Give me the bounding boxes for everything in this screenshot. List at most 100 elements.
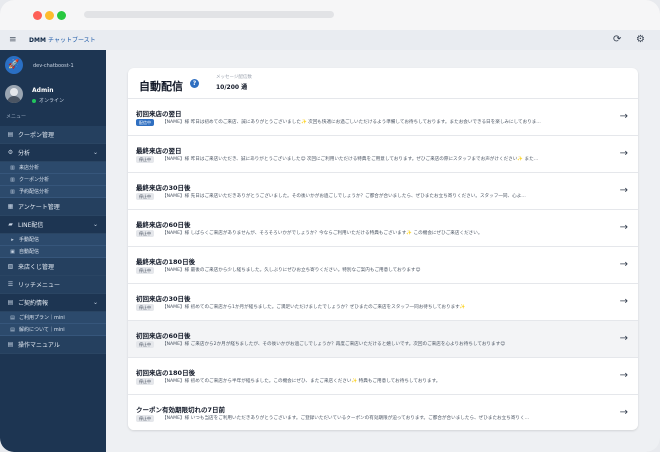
list-item[interactable]: 最終来店の30日後 停止中 【NAME】様 先日はご来店いただきありがとうございまし… bbox=[128, 172, 638, 209]
arrow-right-icon[interactable]: → bbox=[620, 222, 628, 233]
message-count-value: 10/200 通 bbox=[216, 84, 248, 91]
main-content: 自動配信 ? メッセージ配信数 10/200 通 初回来店の翌日 配信中 【NAME… bbox=[106, 50, 660, 452]
page-title: 自動配信 bbox=[139, 80, 183, 93]
row-title: クーポン有効期限切れの7日前 bbox=[136, 406, 226, 414]
sidebar-item-analytics[interactable]: ⚙ 分析 ⌄ bbox=[0, 144, 106, 162]
arrow-right-icon[interactable]: → bbox=[620, 370, 628, 381]
arrow-right-icon[interactable]: → bbox=[620, 296, 628, 307]
chat-icon: ▰ bbox=[8, 221, 13, 228]
address-bar[interactable] bbox=[84, 11, 334, 18]
sidebar-item-visit-lottery[interactable]: ▧ 来店くじ管理 bbox=[0, 258, 106, 276]
sidebar-subitem-about-contract[interactable]: ▤ 解約について｜mini bbox=[0, 324, 106, 336]
close-window-dot[interactable] bbox=[33, 11, 42, 20]
sidebar-item-contract-info[interactable]: ▤ ご契約情報 ⌄ bbox=[0, 294, 106, 312]
logo-main: DMM bbox=[29, 37, 46, 44]
list-item[interactable]: 初回来店の60日後 停止中 【NAME】様 ご来店から2か月が経ちましたが、その後い… bbox=[128, 320, 638, 357]
arrow-right-icon[interactable]: → bbox=[620, 185, 628, 196]
delivery-list: 初回来店の翌日 配信中 【NAME】様 昨日は初めてのご来店、誠にありがとうございま… bbox=[128, 98, 638, 430]
menu-heading: メニュー bbox=[6, 114, 27, 120]
row-title: 最終来店の30日後 bbox=[136, 184, 191, 192]
send-icon: ▸ bbox=[11, 236, 14, 243]
list-item[interactable]: 最終来店の翌日 停止中 【NAME】様 昨日はご来店いただき、誠にありがとうございま… bbox=[128, 135, 638, 172]
app-header: ≡ DMM チャットブースト ⟳ ⚙ bbox=[0, 30, 660, 51]
document-icon: ▤ bbox=[7, 299, 14, 306]
sidebar-item-label: 自動配信 bbox=[19, 249, 40, 255]
sidebar-item-label: ご契約情報 bbox=[18, 300, 49, 307]
arrow-right-icon[interactable]: → bbox=[620, 259, 628, 270]
row-message: 【NAME】様 昨日はご来店いただき、誠にありがとうございました😊 次回にご利用… bbox=[162, 157, 539, 162]
list-item[interactable]: 初回来店の翌日 配信中 【NAME】様 昨日は初めてのご来店、誠にありがとうございま… bbox=[128, 98, 638, 135]
rocket-icon: 🚀 bbox=[5, 56, 23, 74]
list-item[interactable]: 初回来店の180日後 停止中 【NAME】様 初めてのご来店から半年が経ちました。こ… bbox=[128, 357, 638, 394]
status-badge: 停止中 bbox=[136, 230, 154, 237]
user-status: オンライン bbox=[32, 97, 64, 104]
row-title: 最終来店の60日後 bbox=[136, 221, 191, 229]
arrow-right-icon[interactable]: → bbox=[620, 111, 628, 122]
sidebar-subitem-coupon-analytics[interactable]: ▥ クーポン分析 bbox=[0, 174, 106, 186]
sidebar-nav: ▤ クーポン管理 ⚙ 分析 ⌄ ▥ 来店分析 ▥ クーポン分析 ▥ 予約配信分析 ▦ アンケー… bbox=[0, 126, 106, 354]
user-panel: Admin オンライン bbox=[5, 84, 101, 106]
help-icon[interactable]: ? bbox=[190, 79, 199, 88]
sidebar-subitem-plan-usage[interactable]: ▤ ご利用プラン｜mini bbox=[0, 312, 106, 324]
sidebar-item-survey-admin[interactable]: ▦ アンケート管理 bbox=[0, 198, 106, 216]
sidebar-subitem-scheduled-analytics[interactable]: ▥ 予約配信分析 bbox=[0, 186, 106, 198]
auto-delivery-card: 自動配信 ? メッセージ配信数 10/200 通 初回来店の翌日 配信中 【NAME… bbox=[128, 68, 638, 430]
ticket-icon: ▧ bbox=[7, 263, 14, 270]
row-message: 【NAME】様 昨日は初めてのご来店、誠にありがとうございました✨ 次回も快適に… bbox=[162, 120, 541, 125]
row-title: 初回来店の60日後 bbox=[136, 332, 191, 340]
minimize-window-dot[interactable] bbox=[45, 11, 54, 20]
hamburger-menu-icon[interactable]: ≡ bbox=[9, 35, 17, 45]
chevron-down-icon: ⌄ bbox=[92, 221, 98, 228]
sidebar-subitem-visit-analytics[interactable]: ▥ 来店分析 bbox=[0, 162, 106, 174]
sidebar-item-manual[interactable]: ▤ 操作マニュアル bbox=[0, 336, 106, 354]
row-title: 最終来店の翌日 bbox=[136, 147, 182, 155]
sidebar-item-label: 来店くじ管理 bbox=[18, 264, 55, 271]
document-icon: ▤ bbox=[10, 326, 15, 333]
list-item[interactable]: クーポン有効期限切れの7日前 停止中 【NAME】様 いつも当店をご利用いただきあり… bbox=[128, 394, 638, 430]
sidebar: 🚀 dev-chatboost-1 Admin オンライン メニュー ▤ クーポン… bbox=[0, 50, 106, 452]
row-message: 【NAME】様 いつも当店をご利用いただきありがとうございます。ご登録いただいて… bbox=[162, 416, 530, 421]
sidebar-item-label: 分析 bbox=[18, 150, 31, 157]
document-icon: ▤ bbox=[7, 131, 14, 138]
sidebar-subitem-manual-delivery[interactable]: ▸ 手動配信 bbox=[0, 234, 106, 246]
maximize-window-dot[interactable] bbox=[57, 11, 66, 20]
status-badge: 停止中 bbox=[136, 193, 154, 200]
status-badge: 配信中 bbox=[136, 119, 154, 126]
arrow-right-icon[interactable]: → bbox=[620, 333, 628, 344]
arrow-right-icon[interactable]: → bbox=[620, 407, 628, 418]
row-message: 【NAME】様 初めてのご来店から1か月が経ちました。ご満足いただけましたでしょ… bbox=[162, 305, 466, 310]
arrow-right-icon[interactable]: → bbox=[620, 148, 628, 159]
chart-icon: ▥ bbox=[10, 164, 15, 171]
sidebar-item-line-delivery[interactable]: ▰ LINE配信 ⌄ bbox=[0, 216, 106, 234]
status-badge: 停止中 bbox=[136, 304, 154, 311]
sidebar-item-label: 解約について｜mini bbox=[19, 327, 65, 333]
row-title: 初回来店の180日後 bbox=[136, 369, 196, 377]
sidebar-item-label: 来店分析 bbox=[19, 165, 40, 171]
refresh-icon[interactable]: ⟳ bbox=[613, 33, 621, 46]
status-badge: 停止中 bbox=[136, 156, 154, 163]
list-item[interactable]: 最終来店の60日後 停止中 【NAME】様 しばらくご来店がありませんが、そろそろい… bbox=[128, 209, 638, 246]
status-badge: 停止中 bbox=[136, 378, 154, 385]
account-switcher[interactable]: 🚀 dev-chatboost-1 bbox=[5, 54, 101, 76]
row-title: 初回来店の30日後 bbox=[136, 295, 191, 303]
sidebar-item-rich-menu[interactable]: ☰ リッチメニュー bbox=[0, 276, 106, 294]
chevron-down-icon: ⌄ bbox=[92, 299, 98, 306]
sidebar-item-coupon-admin[interactable]: ▤ クーポン管理 bbox=[0, 126, 106, 144]
calendar-icon: ▣ bbox=[10, 248, 15, 255]
settings-gear-icon[interactable]: ⚙ bbox=[636, 33, 645, 46]
clipboard-icon: ▦ bbox=[7, 203, 14, 210]
row-title: 最終来店の180日後 bbox=[136, 258, 196, 266]
row-message: 【NAME】様 しばらくご来店がありませんが、そろそろいかがでしょうか？今ならご… bbox=[162, 231, 483, 236]
list-item[interactable]: 初回来店の30日後 停止中 【NAME】様 初めてのご来店から1か月が経ちました。ご… bbox=[128, 283, 638, 320]
sidebar-item-label: 予約配信分析 bbox=[19, 189, 50, 195]
list-item[interactable]: 最終来店の180日後 停止中 【NAME】様 最後のご来店から少し経ちました。久しぶ… bbox=[128, 246, 638, 283]
sidebar-subitem-auto-delivery[interactable]: ▣ 自動配信 bbox=[0, 246, 106, 258]
row-message: 【NAME】様 最後のご来店から少し経ちました。久しぶりにぜひお立ち寄りください… bbox=[162, 268, 421, 273]
sidebar-item-label: 操作マニュアル bbox=[18, 342, 60, 349]
account-name: dev-chatboost-1 bbox=[33, 63, 74, 69]
user-name: Admin bbox=[32, 87, 54, 94]
message-count-label: メッセージ配信数 bbox=[216, 75, 252, 80]
row-message: 【NAME】様 先日はご来店いただきありがとうございました。その後いかがお過ごし… bbox=[162, 194, 526, 199]
status-badge: 停止中 bbox=[136, 267, 154, 274]
user-avatar bbox=[5, 85, 23, 103]
